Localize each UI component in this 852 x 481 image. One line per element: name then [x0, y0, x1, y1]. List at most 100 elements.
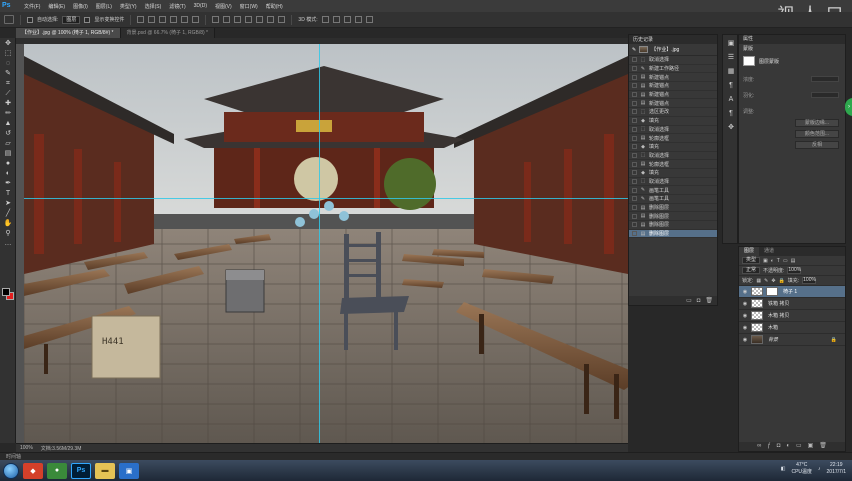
auto-select-checkbox[interactable]	[27, 16, 33, 23]
history-item[interactable]: ▤ 新建锚点	[629, 73, 717, 83]
history-checkbox[interactable]	[632, 135, 637, 141]
history-item[interactable]: ✎ 画笔工具	[629, 186, 717, 195]
volume-icon[interactable]: ♪	[818, 466, 821, 472]
history-checkbox[interactable]	[632, 83, 637, 89]
mask-edge-button[interactable]: 蒙版边缘...	[795, 119, 839, 127]
align-hcenter-icon[interactable]	[181, 16, 189, 23]
pen-tool-icon[interactable]: ✒	[3, 179, 13, 188]
auto-select-dropdown[interactable]: 图层	[62, 15, 81, 24]
history-item[interactable]: ▤ 新建锚点	[629, 82, 717, 91]
visibility-eye-icon[interactable]: ◉	[742, 313, 748, 319]
invert-button[interactable]: 反相	[795, 141, 839, 149]
history-checkbox[interactable]	[632, 222, 637, 228]
history-checkbox[interactable]	[632, 231, 637, 237]
menu-3d[interactable]: 3D(D)	[190, 3, 211, 9]
layer-name[interactable]: 木箱 拷贝	[768, 312, 789, 319]
path-select-icon[interactable]: ➤	[3, 199, 13, 208]
history-checkbox[interactable]	[632, 170, 637, 176]
blend-mode-select[interactable]: 正常	[742, 267, 761, 274]
move-tool-icon[interactable]	[4, 15, 14, 24]
filter-shape-icon[interactable]: ▭	[783, 258, 788, 264]
quick-select-tool-icon[interactable]: ✎	[3, 69, 13, 78]
history-checkbox[interactable]	[632, 92, 637, 98]
distribute-hcenter-icon[interactable]	[256, 16, 264, 23]
canvas-area[interactable]: H441	[16, 38, 628, 443]
menu-filter[interactable]: 滤镜(T)	[165, 3, 189, 10]
history-checkbox[interactable]	[632, 187, 637, 193]
history-checkbox[interactable]	[632, 74, 637, 80]
ruler-top[interactable]	[16, 38, 628, 44]
menu-window[interactable]: 窗口(W)	[236, 3, 262, 10]
align-bottom-icon[interactable]	[159, 16, 167, 23]
fill-input[interactable]: 100%	[802, 277, 817, 284]
3d-slide-icon[interactable]	[354, 16, 362, 23]
history-checkbox[interactable]	[632, 126, 637, 132]
align-top-icon[interactable]	[137, 16, 145, 23]
cpu-temp[interactable]: 47°C CPU温度	[791, 462, 812, 476]
lock-pixels-icon[interactable]: ▦	[756, 278, 761, 284]
color-range-button[interactable]: 颜色范围...	[795, 130, 839, 138]
history-checkbox[interactable]	[632, 161, 637, 167]
clock[interactable]: 22:19 2017/7/1	[827, 462, 846, 476]
history-item[interactable]: ⬚ 取消选择	[629, 56, 717, 65]
photoshop-taskbar-icon[interactable]: Ps	[71, 462, 91, 479]
history-item[interactable]: ▤ 删除图层	[629, 212, 717, 222]
line-tool-icon[interactable]: ╱	[3, 209, 13, 218]
menu-select[interactable]: 选择(S)	[141, 3, 166, 10]
dodge-tool-icon[interactable]: ◐	[3, 169, 13, 178]
link-icon[interactable]: ∞	[757, 442, 761, 451]
tray-network-icon[interactable]: ◧	[781, 466, 786, 472]
menu-view[interactable]: 视图(V)	[211, 3, 236, 10]
trash-icon[interactable]: 🗑	[819, 442, 827, 451]
distribute-bottom-icon[interactable]	[234, 16, 242, 23]
3d-scale-icon[interactable]	[365, 16, 373, 23]
paragraph-icon[interactable]: ¶	[726, 81, 736, 91]
lock-paint-icon[interactable]: ✎	[764, 278, 768, 284]
more-tools-icon[interactable]: …	[3, 239, 13, 248]
history-checkbox[interactable]	[632, 57, 637, 63]
layer-name[interactable]: 椅子 1	[783, 288, 797, 295]
lasso-tool-icon[interactable]: ◌	[3, 59, 13, 68]
gradient-tool-icon[interactable]: ▤	[3, 149, 13, 158]
fx-icon[interactable]: ƒ	[767, 442, 770, 451]
new-layer-icon[interactable]: ▣	[808, 442, 814, 451]
3d-roll-icon[interactable]	[332, 16, 340, 23]
history-item[interactable]: ▤ 删除图层	[629, 221, 717, 230]
opacity-input[interactable]: 100%	[787, 267, 802, 274]
history-item[interactable]: ▤ 轮廓选框	[629, 134, 717, 143]
tool-presets-icon[interactable]: ✥	[726, 123, 736, 133]
history-checkbox[interactable]	[632, 178, 637, 184]
group-icon[interactable]: ▭	[796, 442, 802, 451]
layer-row[interactable]: ◉ 铁箱 拷贝	[739, 298, 845, 310]
visibility-eye-icon[interactable]: ◉	[742, 301, 748, 307]
healing-brush-icon[interactable]: ✚	[3, 99, 13, 108]
history-snapshot[interactable]: ✎ 【作业】.jpg	[629, 44, 717, 56]
history-title[interactable]: 历史记录	[633, 36, 653, 43]
layer-row[interactable]: ◉ 椅子 1	[739, 286, 845, 298]
density-slider[interactable]	[811, 76, 839, 82]
browser-icon[interactable]: ●	[47, 462, 67, 479]
history-checkbox[interactable]	[632, 196, 637, 202]
filter-type-icon[interactable]: T	[777, 258, 780, 264]
add-mask-icon[interactable]: ◘	[777, 442, 781, 451]
adjustments-icon[interactable]: ☰	[726, 53, 736, 63]
history-checkbox[interactable]	[632, 118, 637, 124]
folder-icon[interactable]: ▬	[95, 462, 115, 479]
layer-row[interactable]: ◉ 木箱 拷贝	[739, 310, 845, 322]
eraser-tool-icon[interactable]: ▱	[3, 139, 13, 148]
properties-icon[interactable]: ▣	[726, 39, 736, 49]
new-document-icon[interactable]: ▭	[686, 297, 692, 304]
layer-row[interactable]: ◉ 木箱	[739, 322, 845, 334]
app-icon[interactable]: ◆	[23, 462, 43, 479]
history-item[interactable]: ▤ 删除图层	[629, 204, 717, 213]
trash-icon[interactable]: 🗑	[705, 297, 713, 304]
distribute-vcenter-icon[interactable]	[223, 16, 231, 23]
history-item[interactable]: ▤ 新建锚点	[629, 91, 717, 100]
layer-name[interactable]: 铁箱 拷贝	[768, 300, 789, 307]
history-item[interactable]: ⬚ 取消选择	[629, 152, 717, 161]
type-tool-icon[interactable]: T	[3, 189, 13, 198]
history-item[interactable]: ✎ 画笔工具	[629, 195, 717, 204]
brush-tool-icon[interactable]: ✏	[3, 109, 13, 118]
swatches-icon[interactable]: ▦	[726, 67, 736, 77]
properties-title[interactable]: 属性	[739, 35, 845, 44]
